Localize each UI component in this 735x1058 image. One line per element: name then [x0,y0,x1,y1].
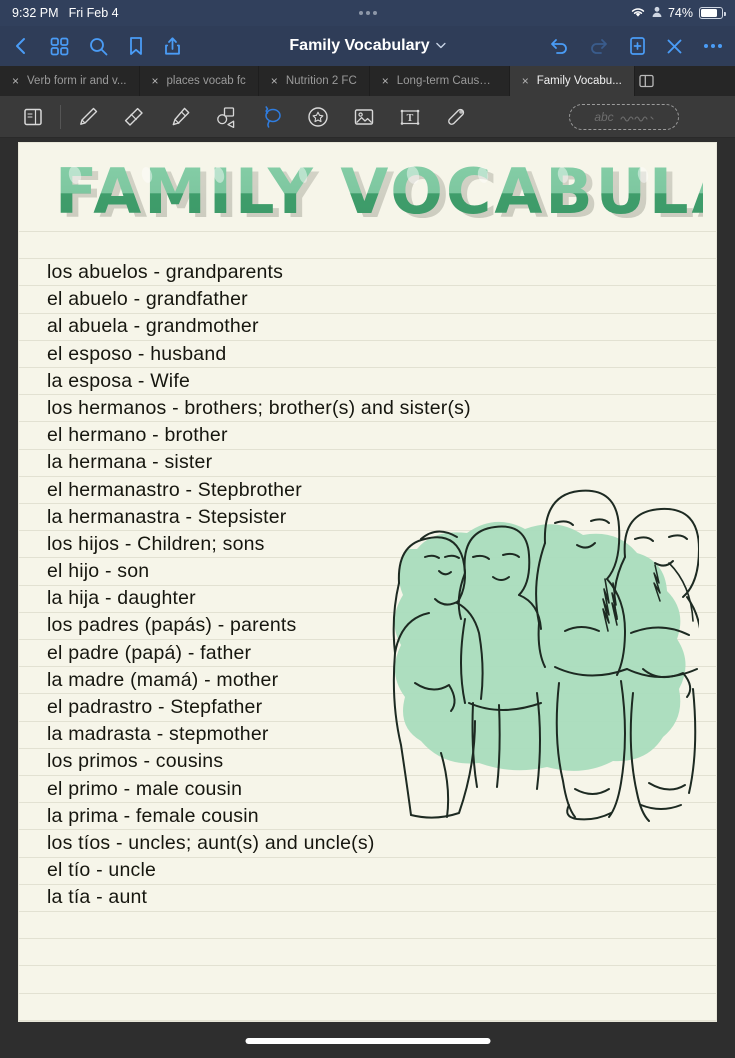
toolbar-divider [60,104,61,129]
more-icon[interactable] [703,43,723,49]
document-title[interactable]: Family Vocabulary [289,37,446,55]
tape-icon[interactable] [433,96,479,138]
vocabulary-line: el hijo - son [47,560,150,583]
split-view-icon[interactable] [635,66,663,96]
nav-left-group [12,36,181,56]
vocabulary-line: la madrasta - stepmother [47,723,269,746]
note-page-area: FAMILY VOCABULARY FAMILY VOCABULARY [0,138,735,1058]
status-left: 9:32 PM Fri Feb 4 [12,6,119,20]
add-page-icon[interactable] [629,36,646,56]
svg-text:FAMILY VOCABULARY: FAMILY VOCABULARY [55,155,703,228]
person-icon [652,6,662,21]
tab-item-0[interactable]: × Verb form ir and v... [0,66,140,96]
battery-icon [699,7,726,19]
vocabulary-line: la hija - daughter [47,587,196,610]
sticker-icon[interactable] [295,96,341,138]
tab-label: Nutrition 2 FC [285,75,357,87]
chevron-left-icon[interactable] [12,36,30,56]
tab-label: places vocab fc [166,75,246,87]
tab-close-icon[interactable]: × [152,75,159,87]
handwriting-placeholder-text: abc [594,109,614,124]
vocabulary-line: la madre (mamá) - mother [47,668,279,691]
image-icon[interactable] [341,96,387,138]
vocabulary-line: el hermanastro - Stepbrother [47,478,302,501]
vocabulary-line: el hermano - brother [47,424,228,447]
status-bar: 9:32 PM Fri Feb 4 74% [0,0,735,26]
tab-close-icon[interactable]: × [522,75,529,87]
status-date: Fri Feb 4 [68,6,119,20]
pen-icon[interactable] [65,96,111,138]
dots-indicator-icon [358,11,377,15]
tab-label: Verb form ir and v... [27,75,127,87]
svg-text:T: T [407,113,414,124]
lasso-icon[interactable] [249,96,295,138]
vocabulary-line: el abuelo - grandfather [47,288,248,311]
search-icon[interactable] [89,37,108,56]
status-right: 74% [630,6,726,21]
chevron-down-icon[interactable] [435,41,446,51]
undo-icon[interactable] [549,37,569,55]
tab-close-icon[interactable]: × [271,75,278,87]
vocabulary-line: la prima - female cousin [47,804,259,827]
highlighter-icon[interactable] [157,96,203,138]
grid-icon[interactable] [50,37,69,56]
handwriting-lasso-region[interactable]: abc [569,103,679,130]
tab-close-icon[interactable]: × [382,75,389,87]
eraser-icon[interactable] [111,96,157,138]
nav-right-group [549,36,723,56]
wifi-icon [630,6,646,21]
vocabulary-line: la tía - aunt [47,886,148,909]
vocabulary-list: los abuelos - grandparents el abuelo - gr… [47,259,667,912]
tab-item-2[interactable]: × Nutrition 2 FC [259,66,370,96]
document-title-text: Family Vocabulary [289,37,430,54]
tab-label: Long-term Causes... [396,75,497,87]
vocabulary-line: al abuela - grandmother [47,315,259,338]
vocabulary-line: la hermanastra - Stepsister [47,505,287,528]
vocabulary-line: los primos - cousins [47,750,224,773]
vocabulary-line: los padres (papás) - parents [47,614,297,637]
tab-label: Family Vocabu... [536,75,622,87]
home-indicator [245,1038,490,1044]
share-icon[interactable] [164,36,181,56]
vocabulary-line: los tíos - uncles; aunt(s) and uncle(s) [47,831,375,854]
tab-item-1[interactable]: × places vocab fc [140,66,259,96]
note-title: FAMILY VOCABULARY FAMILY VOCABULARY [43,151,716,237]
bookmark-icon[interactable] [128,36,144,56]
battery-percent: 74% [667,6,693,20]
top-nav-bar: Family Vocabulary [0,26,735,66]
vocabulary-line: el primo - male cousin [47,777,243,800]
text-box-icon[interactable]: T [387,96,433,138]
tab-close-icon[interactable]: × [12,75,19,87]
scribble-icon [620,112,654,122]
vocabulary-line: el padrastro - Stepfather [47,696,263,718]
vocabulary-line: los hermanos - brothers; brother(s) and … [47,396,471,419]
vocabulary-line: el padre (papá) - father [47,641,252,664]
drawing-toolbar: T abc [0,96,735,138]
vocabulary-line: la hermana - sister [47,451,213,474]
tab-item-4-active[interactable]: × Family Vocabu... [509,66,635,96]
page-layout-icon[interactable] [10,96,56,138]
vocabulary-line: los abuelos - grandparents [47,261,284,283]
vocabulary-line: el esposo - husband [47,342,227,365]
tab-bar: × Verb form ir and v... × places vocab f… [0,66,735,96]
close-icon[interactable] [666,38,683,55]
tab-item-3[interactable]: × Long-term Causes... [370,66,510,96]
app-root: 9:32 PM Fri Feb 4 74% Family Vocabulary … [0,0,735,1058]
note-page[interactable]: FAMILY VOCABULARY FAMILY VOCABULARY [18,142,717,1022]
status-time: 9:32 PM [12,6,59,20]
redo-icon[interactable] [589,37,609,55]
note-title-svg: FAMILY VOCABULARY FAMILY VOCABULARY [55,155,716,232]
vocabulary-line: el tío - uncle [47,859,157,882]
shapes-icon[interactable] [203,96,249,138]
vocabulary-line: la esposa - Wife [47,369,191,392]
vocabulary-line: los hijos - Children; sons [47,532,265,555]
